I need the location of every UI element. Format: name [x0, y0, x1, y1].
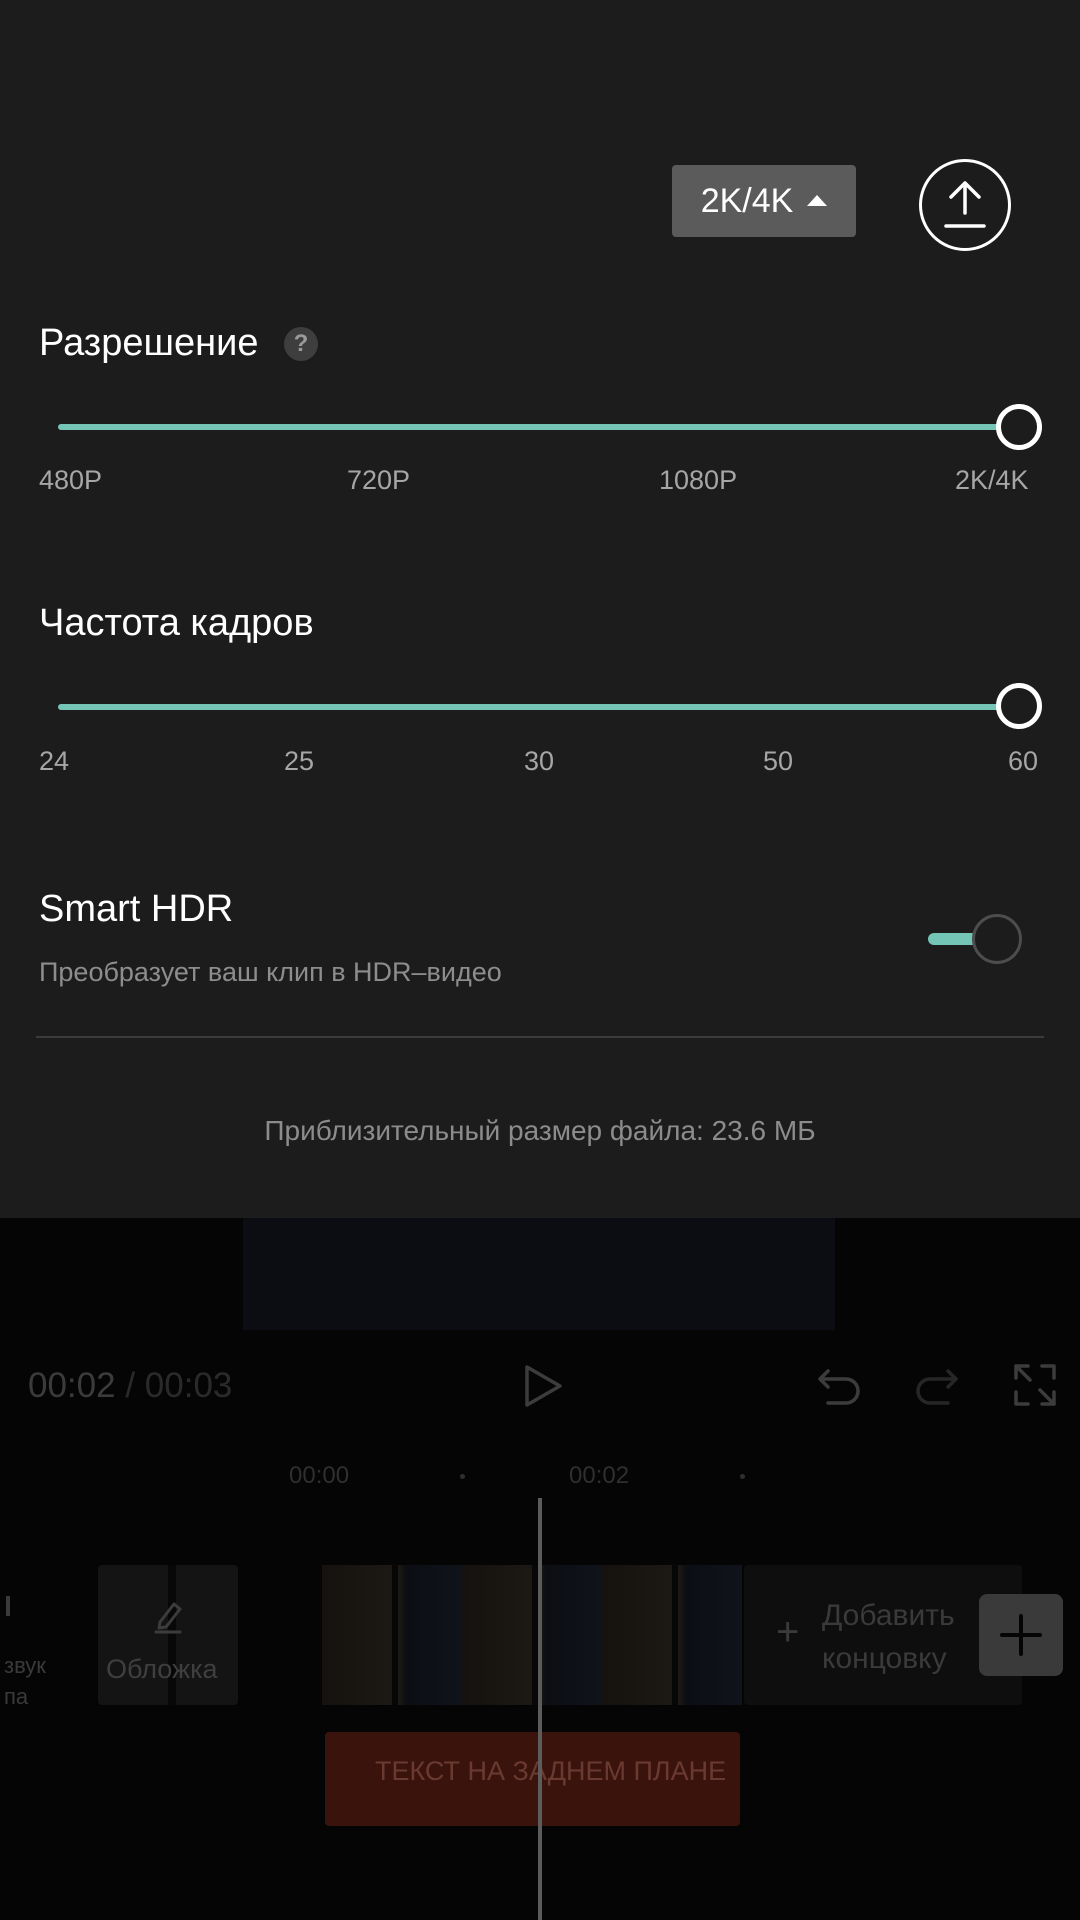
divider — [36, 1036, 1044, 1038]
frame-rate-slider-track[interactable] — [58, 704, 1020, 710]
caret-up-icon — [807, 194, 828, 206]
text-track-clip[interactable]: ТЕКСТ НА ЗАДНЕМ ПЛАНЕ — [325, 1732, 740, 1826]
video-clip-frame[interactable] — [602, 1565, 742, 1705]
frame-rate-option-30[interactable]: 30 — [524, 746, 554, 777]
frame-rate-option-60[interactable]: 60 — [1008, 746, 1038, 777]
resolution-slider-thumb[interactable] — [996, 404, 1042, 450]
ruler-dot — [740, 1474, 745, 1479]
current-time: 00:02 — [28, 1366, 116, 1405]
resolution-option-480p[interactable]: 480P — [39, 465, 102, 496]
resolution-option-1080p[interactable]: 1080P — [659, 465, 737, 496]
resolution-dropdown[interactable]: 2K/4K — [672, 165, 856, 237]
audio-label-line2: па — [4, 1684, 29, 1709]
pencil-icon — [154, 1602, 182, 1634]
resolution-option-2k4k[interactable]: 2K/4K — [955, 465, 1029, 496]
play-icon[interactable] — [518, 1362, 566, 1410]
smart-hdr-description: Преобразует ваш клип в HDR–видео — [39, 957, 502, 987]
fullscreen-icon[interactable] — [1012, 1362, 1058, 1408]
plus-icon — [1000, 1614, 1042, 1656]
resolution-title: Разрешение — [39, 322, 259, 364]
file-size-estimate: Приблизительный размер файла: 23.6 МБ — [264, 1115, 816, 1146]
audio-label[interactable]: звук па — [4, 1650, 46, 1712]
smart-hdr-toggle-track[interactable] — [928, 933, 978, 945]
resolution-slider-track[interactable] — [58, 424, 1020, 430]
ruler-time-0: 00:00 — [289, 1462, 350, 1489]
video-clip-frame[interactable] — [462, 1565, 602, 1705]
frame-rate-option-50[interactable]: 50 — [763, 746, 793, 777]
total-time: 00:03 — [144, 1366, 233, 1405]
audio-icon[interactable] — [6, 1596, 10, 1616]
plus-icon: + — [776, 1610, 800, 1654]
frame-rate-title: Частота кадров — [39, 602, 314, 644]
video-preview — [243, 1218, 835, 1330]
audio-label-line1: звук — [4, 1653, 46, 1678]
playback-time: 00:02 / 00:03 — [28, 1366, 232, 1406]
ruler-dot — [460, 1474, 465, 1479]
smart-hdr-title: Smart HDR — [39, 888, 234, 930]
ruler-time-1: 00:02 — [569, 1462, 630, 1489]
export-settings-panel: 2K/4K Разрешение ? 480P 720P 1080P 2K/4K… — [0, 0, 1080, 1218]
redo-icon[interactable] — [914, 1362, 960, 1408]
resolution-option-720p[interactable]: 720P — [347, 465, 410, 496]
frame-rate-option-24[interactable]: 24 — [39, 746, 69, 777]
add-ending-line1: Добавить — [822, 1599, 955, 1632]
add-ending-label: Добавить концовку — [822, 1594, 955, 1680]
help-icon[interactable]: ? — [284, 327, 318, 361]
export-button[interactable] — [919, 159, 1011, 251]
cover-label: Обложка — [106, 1654, 218, 1684]
playhead[interactable] — [538, 1498, 542, 1920]
resolution-dropdown-label: 2K/4K — [700, 181, 794, 220]
add-clip-button[interactable] — [979, 1594, 1063, 1676]
frame-rate-option-25[interactable]: 25 — [284, 746, 314, 777]
video-clip-frame[interactable] — [322, 1565, 462, 1705]
frame-rate-slider-thumb[interactable] — [996, 683, 1042, 729]
frame-edge — [672, 1565, 678, 1705]
time-separator: / — [125, 1366, 136, 1405]
smart-hdr-toggle[interactable] — [972, 914, 1022, 964]
add-ending-line2: концовку — [822, 1642, 947, 1675]
frame-edge — [392, 1565, 398, 1705]
undo-icon[interactable] — [816, 1362, 862, 1408]
upload-icon — [944, 181, 986, 228]
